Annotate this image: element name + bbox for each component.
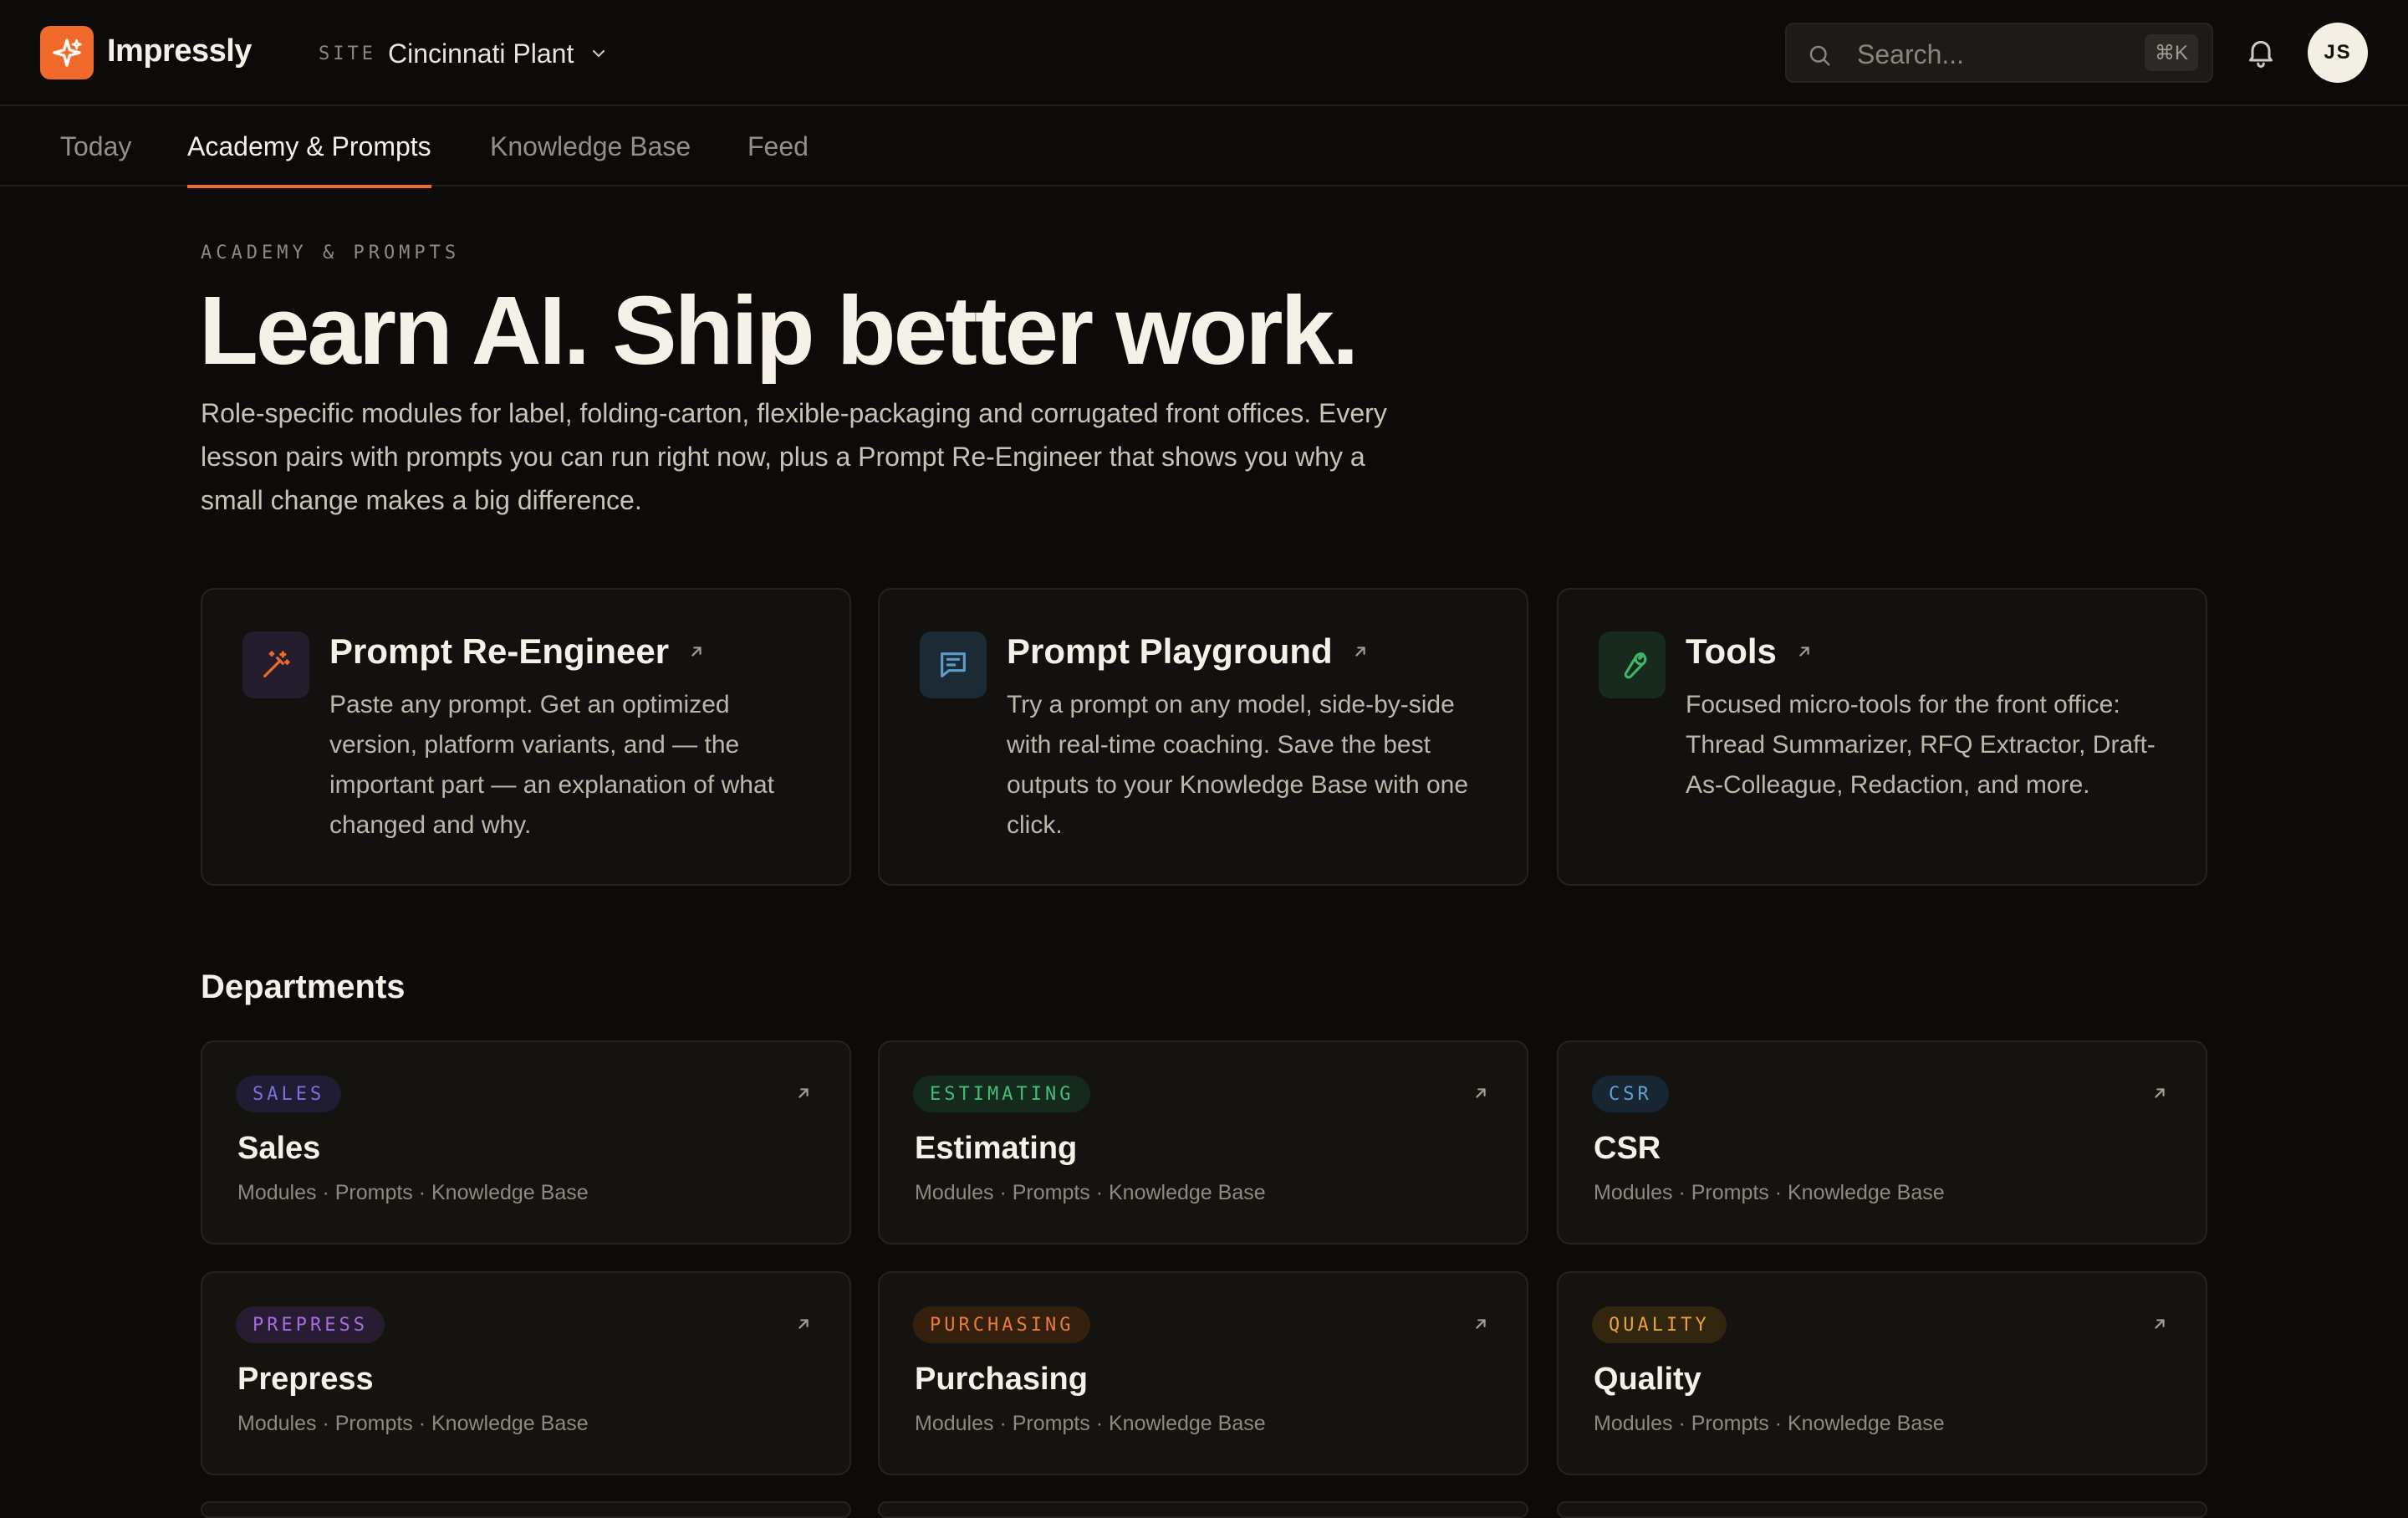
feature-card-tools[interactable]: Tools Focused micro-tools for the front … — [1557, 588, 2207, 886]
logo-sparkle-icon[interactable] — [40, 26, 94, 79]
department-card-sales[interactable]: SALES Sales Modules · Prompts · Knowledg… — [201, 1040, 851, 1245]
tab-knowledge-base[interactable]: Knowledge Base — [490, 106, 691, 187]
department-card-partial[interactable] — [1557, 1501, 2207, 1518]
tab-feed[interactable]: Feed — [747, 106, 809, 187]
department-meta: Modules · Prompts · Knowledge Base — [1594, 1412, 1945, 1435]
chevron-down-icon — [593, 49, 605, 58]
search-placeholder: Search... — [1857, 39, 1965, 69]
feature-card-prompt-re-engineer[interactable]: Prompt Re-Engineer Paste any prompt. Get… — [201, 588, 851, 886]
arrow-up-right-icon — [1355, 647, 1365, 657]
department-card-quality[interactable]: QUALITY Quality Modules · Prompts · Know… — [1557, 1271, 2207, 1475]
arrow-up-right-icon — [798, 1088, 809, 1098]
feature-title-text: Tools — [1686, 631, 1777, 671]
feature-description: Focused micro-tools for the front office… — [1686, 691, 2155, 799]
arrow-up-right-icon — [2155, 1319, 2165, 1329]
search-shortcut-badge: ⌘K — [2144, 34, 2198, 71]
feature-description: Paste any prompt. Get an optimized versi… — [329, 691, 774, 839]
department-name: Sales — [237, 1131, 321, 1166]
department-card-estimating[interactable]: ESTIMATING Estimating Modules · Prompts … — [878, 1040, 1528, 1245]
departments-heading: Departments — [201, 969, 406, 1005]
department-meta: Modules · Prompts · Knowledge Base — [237, 1412, 589, 1435]
bell-icon[interactable] — [2244, 35, 2278, 73]
arrow-up-right-icon — [2155, 1088, 2165, 1098]
wrench-icon — [1599, 631, 1666, 698]
feature-description: Try a prompt on any model, side-by-side … — [1007, 691, 1469, 839]
arrow-up-right-icon — [798, 1319, 809, 1329]
page-description: Role-specific modules for label, folding… — [201, 398, 1387, 515]
department-badge: CSR — [1592, 1076, 1669, 1112]
magic-wand-icon — [242, 631, 309, 698]
department-card-purchasing[interactable]: PURCHASING Purchasing Modules · Prompts … — [878, 1271, 1528, 1475]
department-badge: PURCHASING — [913, 1306, 1091, 1343]
department-name: CSR — [1594, 1131, 1661, 1166]
department-name: Quality — [1594, 1362, 1701, 1397]
feature-title: Tools — [1686, 631, 1814, 672]
feature-title-text: Prompt Playground — [1007, 631, 1333, 671]
department-meta: Modules · Prompts · Knowledge Base — [915, 1181, 1266, 1204]
search-icon — [1809, 45, 1830, 66]
department-name: Estimating — [915, 1131, 1078, 1166]
page-title: Learn AI. Ship better work. — [199, 276, 1359, 385]
site-label: SITE — [319, 43, 376, 64]
department-meta: Modules · Prompts · Knowledge Base — [1594, 1181, 1945, 1204]
department-badge: PREPRESS — [236, 1306, 385, 1343]
department-badge: ESTIMATING — [913, 1076, 1091, 1112]
avatar[interactable]: JS — [2308, 23, 2368, 83]
department-card-partial[interactable] — [878, 1501, 1528, 1518]
brand-name[interactable]: Impressly — [107, 33, 252, 69]
arrow-up-right-icon — [1476, 1088, 1486, 1098]
feature-card-prompt-playground[interactable]: Prompt Playground Try a prompt on any mo… — [878, 588, 1528, 886]
feature-title-text: Prompt Re-Engineer — [329, 631, 670, 671]
search-input[interactable]: Search... ⌘K — [1785, 23, 2213, 83]
feature-title: Prompt Playground — [1007, 631, 1370, 672]
chat-icon — [920, 631, 987, 698]
site-selector[interactable]: Cincinnati Plant — [388, 33, 609, 74]
department-badge: SALES — [236, 1076, 342, 1112]
arrow-up-right-icon — [1799, 647, 1809, 657]
department-card-prepress[interactable]: PREPRESS Prepress Modules · Prompts · Kn… — [201, 1271, 851, 1475]
department-name: Purchasing — [915, 1362, 1088, 1397]
department-meta: Modules · Prompts · Knowledge Base — [237, 1181, 589, 1204]
tab-today[interactable]: Today — [60, 106, 131, 187]
feature-title: Prompt Re-Engineer — [329, 631, 706, 672]
arrow-up-right-icon — [691, 647, 701, 657]
department-badge: QUALITY — [1592, 1306, 1727, 1343]
department-card-partial[interactable] — [201, 1501, 851, 1518]
top-bar: Impressly SITE Cincinnati Plant Search..… — [0, 0, 2408, 106]
tab-academy-prompts[interactable]: Academy & Prompts — [187, 106, 431, 188]
department-meta: Modules · Prompts · Knowledge Base — [915, 1412, 1266, 1435]
page-eyebrow: ACADEMY & PROMPTS — [201, 243, 461, 263]
department-name: Prepress — [237, 1362, 374, 1397]
arrow-up-right-icon — [1476, 1319, 1486, 1329]
main-tabs: Today Academy & Prompts Knowledge Base F… — [0, 106, 2408, 188]
department-card-csr[interactable]: CSR CSR Modules · Prompts · Knowledge Ba… — [1557, 1040, 2207, 1245]
site-value: Cincinnati Plant — [388, 38, 574, 69]
